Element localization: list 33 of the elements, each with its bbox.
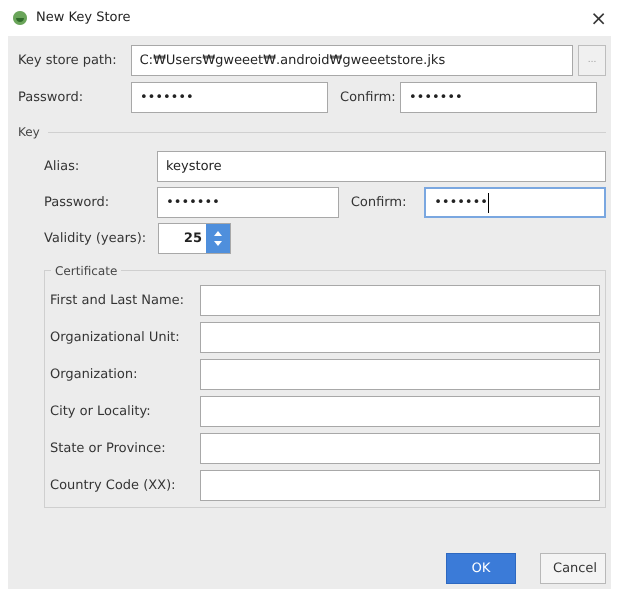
password-field[interactable]: ••••••• (157, 187, 339, 218)
text-field[interactable] (200, 359, 600, 390)
field-label: First and Last Name: (50, 292, 186, 310)
text-field[interactable] (200, 433, 600, 464)
ok-button[interactable]: OK (446, 553, 516, 584)
text-field[interactable] (200, 396, 600, 427)
field-label: Confirm: (350, 194, 408, 212)
field-label: Alias: (44, 158, 80, 176)
field-label: Country Code (XX): (50, 476, 177, 495)
close-button[interactable]: × (590, 8, 607, 28)
text-field[interactable] (200, 285, 600, 316)
field-label: State or Province: (50, 440, 167, 458)
field-label: Password: (44, 194, 110, 212)
window-title: New Key Store (36, 9, 131, 28)
password-field[interactable]: ••••••• (424, 187, 606, 218)
section-title: Key (18, 124, 40, 141)
field-label: Organization: (50, 366, 138, 384)
field-label: Key store path: (18, 52, 118, 70)
field-label: Validity (years): (44, 230, 148, 248)
validity-spinner[interactable]: 25 (158, 223, 231, 254)
field-label: Password: (18, 88, 84, 107)
field-label: Confirm: (339, 88, 397, 107)
text-field[interactable] (200, 470, 600, 501)
path-field[interactable]: C:₩Users₩gweeet₩.android₩gweeetstore.jks (130, 45, 574, 76)
field-label: Organizational Unit: (50, 328, 181, 347)
cancel-button[interactable]: Cancel (540, 553, 606, 584)
text-field[interactable] (200, 322, 600, 353)
android-icon (12, 10, 28, 26)
password-field[interactable]: ••••••• (131, 82, 328, 113)
field-label: City or Locality: (50, 402, 152, 421)
spinner-arrows-icon[interactable] (206, 224, 230, 253)
alias-field[interactable]: keystore (156, 151, 606, 182)
password-field[interactable]: ••••••• (400, 82, 597, 113)
